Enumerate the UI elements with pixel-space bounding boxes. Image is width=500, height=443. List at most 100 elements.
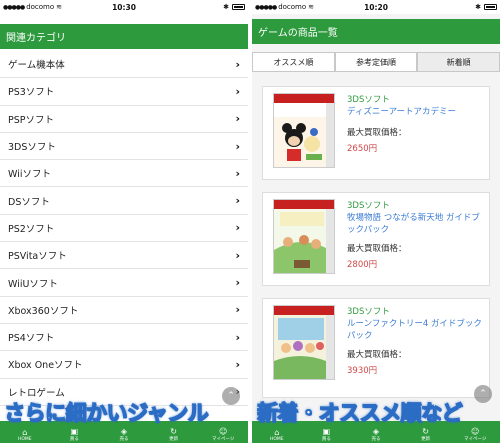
bluetooth-icon: ✱ (223, 3, 229, 11)
category-label: ゲーム機本体 (8, 60, 65, 72)
tab-sort-recommended[interactable]: オススメ順 (252, 52, 335, 72)
tab-label: 売る (119, 437, 129, 442)
chevron-right-icon: › (235, 57, 240, 71)
product-title-link[interactable]: ルーンファクトリー4 ガイドブックパック (347, 318, 483, 342)
product-card[interactable]: 3DSソフト ルーンファクトリー4 ガイドブックパック 最大買取価格： 3930… (262, 298, 490, 398)
category-item-retro[interactable]: レトロゲーム› (0, 379, 248, 406)
refresh-icon: ↻ (422, 427, 429, 436)
category-label: Xbox360ソフト (8, 305, 79, 317)
tab-label: HOME (17, 437, 32, 442)
chevron-right-icon: › (235, 276, 240, 290)
product-card[interactable]: 3DSソフト 牧場物語 つながる新天地 ガイドブックパック 最大買取価格： 28… (262, 192, 490, 286)
category-label: レトロゲーム (8, 387, 65, 399)
tab-sort-newest[interactable]: 新着順 (417, 52, 500, 72)
tab-sell[interactable]: ◈ 売る (99, 421, 149, 443)
tab-label: 売る (371, 437, 381, 442)
tab-mypage[interactable]: ☺ マイページ (450, 421, 500, 443)
battery-icon (484, 4, 497, 10)
category-item-ds[interactable]: DSソフト › (0, 187, 248, 215)
max-buyback-price-label: 最大買取価格： (347, 350, 407, 360)
product-title-link[interactable]: ディズニーアートアカデミー (347, 106, 483, 118)
product-cover-image (273, 199, 335, 274)
tab-sort-list-price[interactable]: 参考定価順 (334, 52, 418, 72)
category-item-console[interactable]: ゲーム機本体 › (0, 51, 248, 79)
tab-label: HOME (269, 437, 284, 442)
tab-update[interactable]: ↻ 更新 (149, 421, 199, 443)
wifi-icon: ≋ (308, 3, 315, 11)
category-label: PSPソフト (8, 114, 54, 126)
user-icon: ☺ (219, 427, 228, 436)
tab-label: マイページ (463, 437, 487, 442)
tab-update[interactable]: ↻ 更新 (401, 421, 451, 443)
right-screen: ●●●●● docomo ≋ 10:20 ✱ ゲームの商品一覧 オススメ順 参考… (252, 0, 500, 443)
tab-mypage[interactable]: ☺ マイページ (198, 421, 248, 443)
cart-icon: ▣ (70, 427, 79, 436)
tab-buy[interactable]: ▣ 買る (50, 421, 100, 443)
scroll-to-top-button[interactable]: ⌃ (222, 387, 240, 405)
tab-home[interactable]: ⌂ HOME (252, 421, 302, 443)
refresh-icon: ↻ (170, 427, 177, 436)
category-item-ps3[interactable]: PS3ソフト › (0, 78, 248, 106)
category-label: 3DSソフト (8, 142, 56, 154)
category-label: PS3ソフト (8, 87, 55, 99)
category-label: Xbox Oneソフト (8, 360, 83, 372)
chevron-right-icon: › (235, 303, 240, 317)
product-platform: 3DSソフト (347, 307, 390, 317)
tab-label: 更新 (421, 437, 431, 442)
category-list: ゲーム機本体 › PS3ソフト › PSPソフト › 3DSソフト › Wiiソフト › … (0, 51, 248, 406)
category-item-wiiu[interactable]: WiiUソフト › (0, 269, 248, 297)
chevron-right-icon: › (235, 248, 240, 262)
category-item-ps2[interactable]: PS2ソフト › (0, 215, 248, 243)
chevron-right-icon: › (235, 84, 240, 98)
category-item-3ds[interactable]: 3DSソフト › (0, 133, 248, 161)
category-item-psp[interactable]: PSPソフト › (0, 106, 248, 133)
chevron-right-icon: › (235, 139, 240, 153)
sell-icon: ◈ (372, 427, 380, 436)
cart-icon: ▣ (322, 427, 331, 436)
home-icon: ⌂ (22, 428, 28, 437)
left-screen: ●●●●● docomo ≋ 10:30 ✱ 関連カテゴリ ゲーム機本体 › PS… (0, 0, 248, 443)
category-item-xbox360[interactable]: Xbox360ソフト › (0, 297, 248, 324)
category-label: PS2ソフト (8, 223, 55, 235)
scroll-to-top-button[interactable]: ⌃ (474, 385, 492, 403)
user-icon: ☺ (471, 427, 480, 436)
clock: 10:30 (112, 2, 136, 12)
product-title-link[interactable]: 牧場物語 つながる新天地 ガイドブックパック (347, 212, 483, 236)
related-category-header: 関連カテゴリ (0, 24, 248, 49)
tab-label: マイページ (211, 437, 235, 442)
carrier-label: docomo (26, 3, 55, 11)
tab-label: 買る (69, 437, 79, 442)
wifi-icon: ≋ (56, 3, 63, 11)
tab-sell[interactable]: ◈ 売る (351, 421, 401, 443)
category-label: WiiUソフト (8, 278, 58, 290)
product-price: 2650円 (347, 144, 378, 154)
category-item-ps4[interactable]: PS4ソフト › (0, 324, 248, 352)
tab-label: 更新 (169, 437, 179, 442)
sort-tabs: オススメ順 参考定価順 新着順 (252, 52, 500, 72)
product-cover-image (273, 305, 335, 380)
signal-icon: ●●●●● (255, 3, 277, 11)
category-item-xboxone[interactable]: Xbox Oneソフト › (0, 351, 248, 379)
chevron-right-icon: › (235, 166, 240, 180)
category-item-wii[interactable]: Wiiソフト › (0, 160, 248, 188)
max-buyback-price-label: 最大買取価格： (347, 244, 407, 254)
tab-buy[interactable]: ▣ 買る (302, 421, 352, 443)
chevron-right-icon: › (235, 357, 240, 371)
product-card[interactable]: 3DSソフト ディズニーアートアカデミー 最大買取価格： 2650円 (262, 86, 490, 180)
product-platform: 3DSソフト (347, 95, 390, 105)
chevron-right-icon: › (235, 194, 240, 208)
signal-icon: ●●●●● (3, 3, 25, 11)
product-price: 3930円 (347, 366, 378, 376)
category-label: DSソフト (8, 196, 50, 208)
status-bar: ●●●●● docomo ≋ 10:30 ✱ (0, 0, 248, 14)
category-label: PS4ソフト (8, 333, 55, 345)
product-price: 2800円 (347, 260, 378, 270)
carrier-label: docomo (278, 3, 307, 11)
tab-label: 買る (321, 437, 331, 442)
clock: 10:20 (364, 2, 388, 12)
battery-icon (232, 4, 245, 10)
sell-icon: ◈ (120, 427, 128, 436)
category-item-psvita[interactable]: PSVitaソフト › (0, 242, 248, 270)
tab-home[interactable]: ⌂ HOME (0, 421, 50, 443)
max-buyback-price-label: 最大買取価格： (347, 128, 407, 138)
